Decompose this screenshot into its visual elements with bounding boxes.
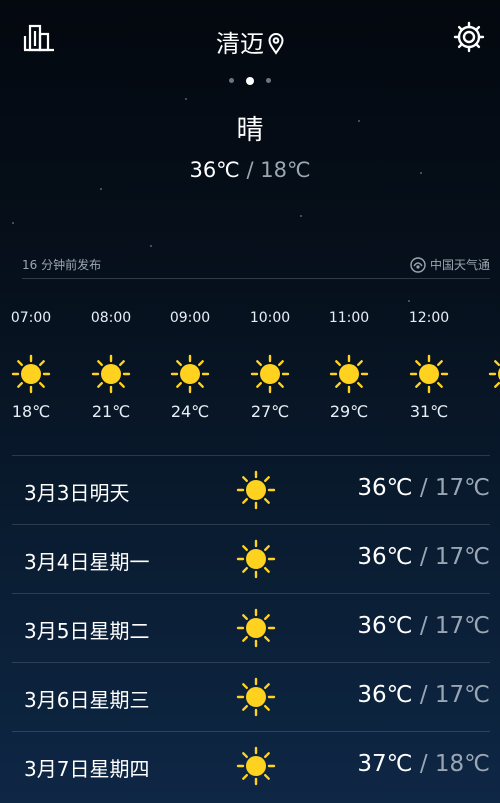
hourly-item: 07:00 18℃: [0, 300, 71, 421]
day-low: 17℃: [434, 613, 490, 639]
sun-icon: [488, 354, 500, 394]
sun-icon: [236, 677, 276, 717]
sun-icon: [409, 354, 449, 394]
day-low: 17℃: [434, 475, 490, 501]
publish-info: 16 分钟前发布 中国天气通: [22, 256, 490, 279]
sun-icon: [11, 354, 51, 394]
day-date: 3月5日星期二: [24, 619, 150, 643]
daily-row[interactable]: 3月3日明天 36℃ / 17℃: [12, 455, 490, 524]
sun-icon: [250, 354, 290, 394]
hourly-item: 09:00 24℃: [150, 300, 230, 421]
day-high: 36℃: [357, 682, 413, 708]
page-indicator[interactable]: [0, 70, 500, 89]
day-date: 3月7日星期四: [24, 757, 150, 781]
hour-temp: 31℃: [409, 402, 449, 421]
location-pin-icon: [268, 33, 284, 61]
sun-icon: [236, 539, 276, 579]
hour-time: 12:00: [408, 310, 450, 326]
daily-forecast: 3月3日明天 36℃ / 17℃ 3月4日星期一 36℃ / 17℃ 3月5日星…: [12, 455, 490, 800]
top-bar: 清迈: [0, 0, 500, 72]
hour-temp: 21℃: [91, 402, 131, 421]
hour-time: 08:00: [90, 310, 132, 326]
city-name: 清迈: [216, 30, 264, 58]
day-temps: 36℃ / 17℃: [357, 544, 490, 570]
hour-time: 10:00: [249, 310, 291, 326]
hour-time: 11:00: [328, 310, 370, 326]
daily-row[interactable]: 3月7日星期四 37℃ / 18℃: [12, 731, 490, 800]
temp-separator: /: [419, 475, 428, 501]
day-date: 3月3日明天: [24, 481, 130, 505]
source-name: 中国天气通: [429, 258, 490, 272]
day-temps: 37℃ / 18℃: [357, 751, 490, 777]
hour-time: 09:00: [169, 310, 211, 326]
page-dot-active: [246, 76, 254, 85]
hourly-item: 12:00 31℃: [389, 300, 469, 421]
hour-temp: 3: [468, 402, 500, 421]
hour-time: 1: [468, 310, 500, 326]
hourly-item: 1 3: [468, 300, 500, 421]
day-high: 36℃: [357, 544, 413, 570]
hourly-item: 10:00 27℃: [230, 300, 310, 421]
temp-separator: /: [246, 158, 254, 182]
data-source: 中国天气通: [410, 256, 490, 276]
city-title[interactable]: 清迈: [0, 24, 500, 61]
hourly-item: 08:00 21℃: [71, 300, 151, 421]
hour-temp: 18℃: [11, 402, 51, 421]
current-temp-range: 36℃ / 18℃: [0, 158, 500, 182]
day-low: 18℃: [434, 751, 490, 777]
temp-separator: /: [419, 544, 428, 570]
daily-row[interactable]: 3月5日星期二 36℃ / 17℃: [12, 593, 490, 662]
sun-icon: [236, 746, 276, 786]
day-low: 17℃: [434, 544, 490, 570]
daily-row[interactable]: 3月4日星期一 36℃ / 17℃: [12, 524, 490, 593]
hour-temp: 29℃: [329, 402, 369, 421]
hour-temp: 27℃: [250, 402, 290, 421]
current-high: 36℃: [189, 158, 240, 182]
day-temps: 36℃ / 17℃: [357, 613, 490, 639]
sun-icon: [236, 470, 276, 510]
temp-separator: /: [419, 682, 428, 708]
day-high: 36℃: [357, 613, 413, 639]
hourly-item: 11:00 29℃: [309, 300, 389, 421]
current-low: 18℃: [260, 158, 311, 182]
day-temps: 36℃ / 17℃: [357, 475, 490, 501]
page-dot: [266, 78, 271, 83]
hourly-forecast[interactable]: 07:00 18℃ 08:00 21℃ 09:00 24℃ 10:00 27℃ …: [0, 300, 500, 440]
sun-icon: [236, 608, 276, 648]
day-temps: 36℃ / 17℃: [357, 682, 490, 708]
hour-time: 07:00: [10, 310, 52, 326]
temp-separator: /: [419, 613, 428, 639]
sun-icon: [91, 354, 131, 394]
weather-logo-icon: [410, 257, 426, 276]
current-condition: 晴: [236, 115, 264, 146]
publish-time: 16 分钟前发布: [22, 258, 102, 272]
sun-icon: [170, 354, 210, 394]
daily-row[interactable]: 3月6日星期三 36℃ / 17℃: [12, 662, 490, 731]
day-high: 36℃: [357, 475, 413, 501]
day-high: 37℃: [357, 751, 413, 777]
day-date: 3月6日星期三: [24, 688, 150, 712]
temp-separator: /: [419, 751, 428, 777]
day-date: 3月4日星期一: [24, 550, 150, 574]
gear-icon[interactable]: [452, 20, 488, 56]
sun-icon: [329, 354, 369, 394]
hour-temp: 24℃: [170, 402, 210, 421]
day-low: 17℃: [434, 682, 490, 708]
page-dot: [229, 78, 234, 83]
